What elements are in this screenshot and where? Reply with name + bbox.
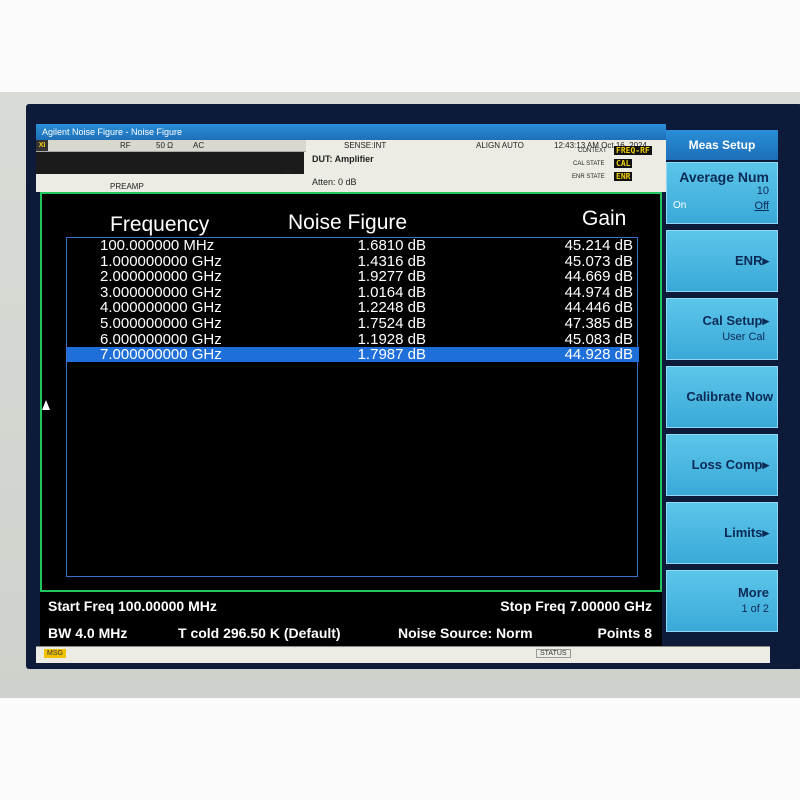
impedance-label: 50 Ω	[156, 141, 174, 150]
status-indicator: STATUS	[536, 649, 571, 658]
gain-cell: 47.385 dB	[564, 315, 633, 332]
softkey-menu-title: Meas Setup	[666, 130, 778, 160]
measurement-panel: Frequency Noise Figure Gain 100.000000 M…	[40, 192, 662, 592]
t-cold-readout[interactable]: T cold 296.50 K (Default)	[178, 625, 341, 641]
cal-setup-sub: User Cal	[722, 331, 765, 343]
context-label: CONTEXT	[578, 148, 607, 154]
enr-softkey[interactable]: ENR▸	[666, 230, 778, 292]
sense-label: SENSE:INT	[344, 141, 387, 150]
sweep-arrow-icon: ↦	[285, 166, 293, 176]
noise-figure-cell: 1.4316 dB	[357, 252, 426, 270]
average-on-label: On	[673, 200, 687, 211]
more-softkey[interactable]: More 1 of 2	[666, 570, 778, 632]
align-label: ALIGN AUTO	[476, 141, 524, 150]
noise-figure-cell: 1.1928 dB	[357, 330, 426, 348]
average-num-softkey[interactable]: Average Num 10 On Off	[666, 162, 778, 224]
bandwidth-readout[interactable]: BW 4.0 MHz	[48, 625, 127, 641]
table-row[interactable]: 3.000000000 GHz 1.0164 dB 44.974 dB	[67, 285, 639, 300]
gain-cell: 44.928 dB	[564, 346, 633, 364]
points-readout[interactable]: Points 8	[598, 625, 652, 641]
context-value: FREQ-RF	[614, 146, 652, 155]
table-row[interactable]: 5.000000000 GHz 1.7524 dB 47.385 dB	[67, 316, 639, 331]
frequency-cell: 7.000000000 GHz	[100, 346, 222, 364]
cal-state-value: CAL	[614, 159, 633, 168]
more-page-indicator: 1 of 2	[741, 603, 769, 615]
loss-comp-label: Loss Comp▸	[691, 457, 769, 472]
frequency-cell: 5.000000000 GHz	[100, 315, 222, 332]
frequency-cell: 100.000000 MHz	[100, 237, 215, 254]
gain-header: Gain	[582, 207, 627, 230]
average-num-label: Average Num	[679, 169, 769, 185]
preamp-label: PREAMP	[110, 182, 144, 191]
dut-label: DUT: Amplifier	[312, 154, 374, 164]
frequency-header: Frequency	[110, 213, 210, 236]
window-title: Agilent Noise Figure - Noise Figure	[36, 124, 666, 140]
table-row[interactable]: 4.000000000 GHz 1.2248 dB 44.446 dB	[67, 300, 639, 315]
gain-cell: 45.083 dB	[564, 330, 633, 348]
noise-figure-cell: 1.2248 dB	[357, 299, 426, 317]
frequency-cell: 3.000000000 GHz	[100, 283, 222, 301]
stop-freq-readout[interactable]: Stop Freq 7.00000 GHz	[500, 598, 652, 614]
enr-state-value: ENR	[614, 172, 633, 181]
noise-figure-cell: 1.6810 dB	[357, 237, 426, 254]
noise-figure-header: Noise Figure	[288, 211, 408, 234]
noise-source-readout[interactable]: Noise Source: Norm	[398, 625, 533, 641]
message-bar: MSG STATUS	[36, 646, 770, 663]
table-row[interactable]: 6.000000000 GHz 1.1928 dB 45.083 dB	[67, 332, 639, 347]
calibrate-now-label: Calibrate Now	[686, 389, 773, 404]
average-off-label: Off	[754, 200, 769, 212]
noise-figure-cell: 1.7524 dB	[357, 315, 426, 332]
frequency-cell: 2.000000000 GHz	[100, 268, 222, 286]
noise-figure-cell: 1.0164 dB	[357, 283, 426, 301]
table-row[interactable]: 100.000000 MHz 1.6810 dB 45.214 dB	[67, 238, 639, 253]
cal-state-label: CAL STATE	[573, 161, 605, 167]
cal-setup-softkey[interactable]: Cal Setup▸ User Cal	[666, 298, 778, 360]
more-label: More	[737, 585, 769, 600]
frequency-cell: 1.000000000 GHz	[100, 252, 222, 270]
gain-cell: 45.073 dB	[564, 252, 633, 270]
enr-label: ENR▸	[735, 253, 769, 268]
limits-softkey[interactable]: Limits▸	[666, 502, 778, 564]
table-row-selected[interactable]: 7.000000000 GHz 1.7987 dB 44.928 dB	[67, 346, 639, 364]
limits-label: Limits▸	[724, 525, 769, 540]
average-num-value: 10	[756, 185, 769, 197]
table-row[interactable]: 2.000000000 GHz 1.9277 dB 44.669 dB	[67, 269, 639, 284]
calibrate-now-softkey[interactable]: Calibrate Now	[666, 366, 778, 428]
msg-indicator: MSG	[44, 649, 66, 658]
agilent-logo-icon: XI	[36, 140, 48, 151]
status-info-bar: XI RF 50 Ω AC SENSE:INT ALIGN AUTO 12:43…	[36, 140, 666, 192]
input-settings-strip: XI RF 50 Ω AC	[36, 140, 306, 152]
cal-setup-label: Cal Setup▸	[702, 313, 770, 328]
gain-cell: 44.446 dB	[564, 299, 633, 317]
coupling-label: AC	[193, 141, 205, 150]
enr-state-label: ENR STATE	[572, 174, 605, 180]
softkey-panel: Meas Setup Average Num 10 On Off ENR▸ Ca…	[666, 130, 778, 645]
results-table[interactable]: 100.000000 MHz 1.6810 dB 45.214 dB 1.000…	[66, 237, 639, 577]
loss-comp-softkey[interactable]: Loss Comp▸	[666, 434, 778, 496]
start-freq-readout[interactable]: Start Freq 100.00000 MHz	[48, 598, 217, 614]
frequency-cell: 6.000000000 GHz	[100, 330, 222, 348]
settings-readout: Start Freq 100.00000 MHz Stop Freq 7.000…	[40, 592, 662, 646]
table-row[interactable]: 1.000000000 GHz 1.4316 dB 45.073 dB	[67, 254, 639, 269]
gain-cell: 44.974 dB	[564, 283, 633, 301]
gain-cell: 45.214 dB	[564, 237, 633, 254]
trace-indicator-strip	[36, 152, 304, 174]
gain-cell: 44.669 dB	[564, 268, 633, 286]
frequency-cell: 4.000000000 GHz	[100, 299, 222, 317]
mouse-pointer-icon	[42, 400, 50, 410]
rf-input-label: RF	[120, 141, 131, 150]
noise-figure-cell: 1.9277 dB	[357, 268, 426, 286]
noise-figure-cell: 1.7987 dB	[357, 346, 426, 364]
atten-label: Atten: 0 dB	[312, 177, 357, 187]
